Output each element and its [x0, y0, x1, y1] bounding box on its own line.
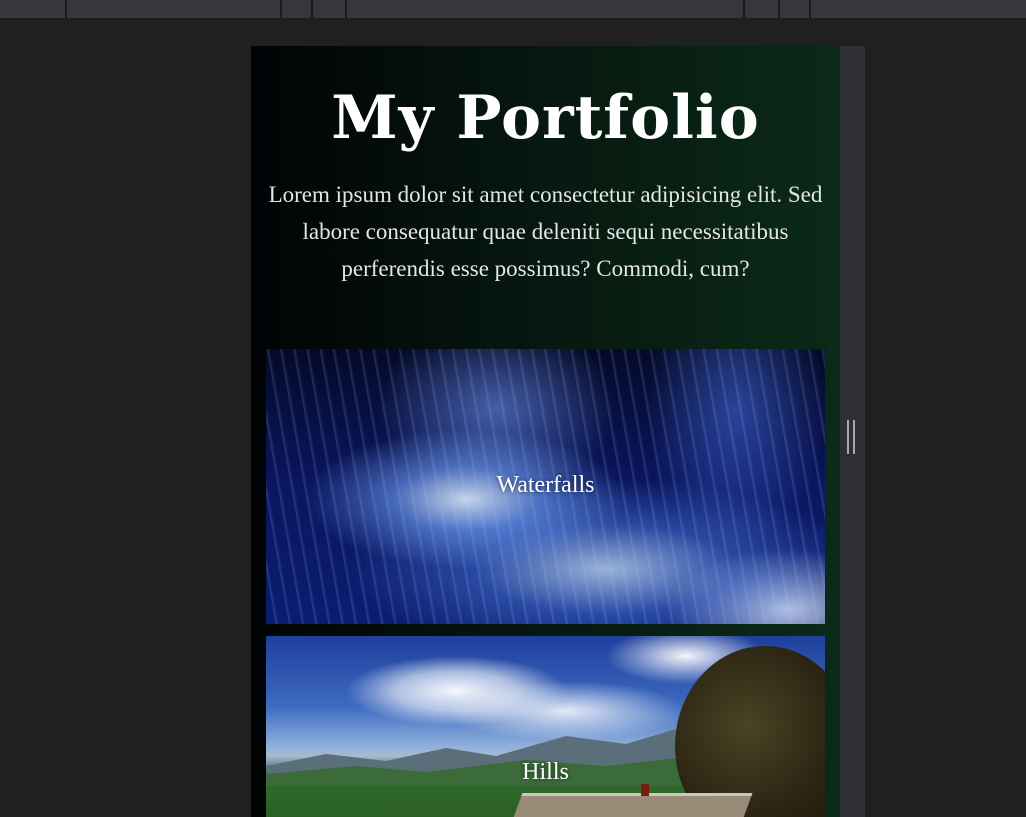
toolbar-separator — [280, 0, 282, 18]
toolbar-separator — [809, 0, 811, 18]
intro-paragraph: Lorem ipsum dolor sit amet consectetur a… — [268, 182, 823, 281]
gallery-card-hills[interactable]: Hills — [266, 636, 825, 817]
toolbar-separator — [311, 0, 313, 18]
tree-image — [675, 646, 825, 817]
preview-viewport[interactable]: My Portfolio Lorem ipsum dolor sit amet … — [251, 46, 865, 817]
gallery-card-label: Waterfalls — [496, 472, 595, 498]
gallery-card-label: Hills — [522, 759, 569, 785]
roof-image — [499, 793, 753, 817]
toolbar-separator — [65, 0, 67, 18]
toolbar-separator — [778, 0, 780, 18]
portfolio-page: My Portfolio Lorem ipsum dolor sit amet … — [251, 46, 840, 817]
resize-handle-icon[interactable] — [847, 420, 855, 454]
page-title: My Portfolio — [331, 83, 760, 153]
editor-toolbar — [0, 0, 1026, 19]
toolbar-separator — [743, 0, 745, 18]
toolbar-separator — [345, 0, 347, 18]
gallery-card-waterfalls[interactable]: Waterfalls — [266, 349, 825, 624]
